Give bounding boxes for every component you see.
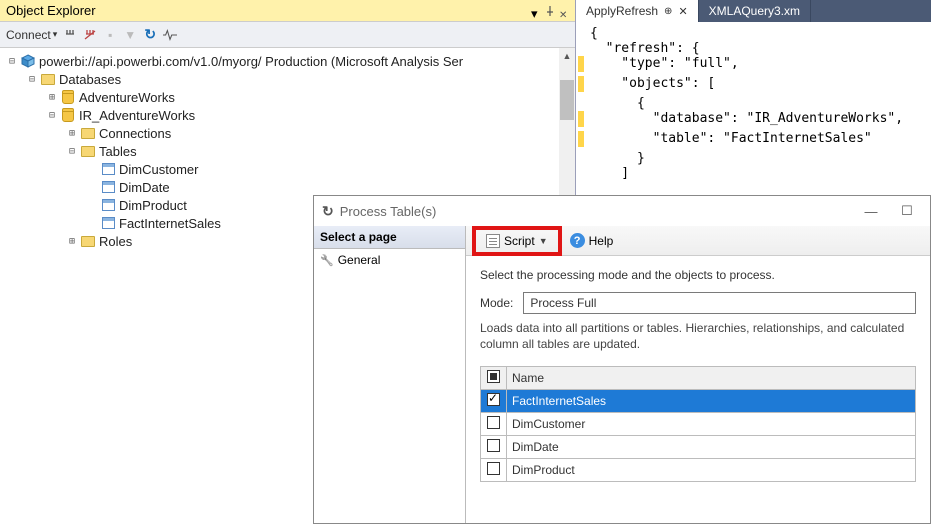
refresh-icon[interactable] — [143, 28, 157, 42]
tree-root-server[interactable]: ⊟powerbi://api.powerbi.com/v1.0/myorg/ P… — [2, 52, 573, 70]
tree-node-dimdate[interactable]: DimDate — [2, 178, 573, 196]
disconnect-icon[interactable] — [83, 28, 97, 42]
table-icon — [100, 161, 116, 177]
tab-pin-icon[interactable]: ⊕ — [664, 6, 672, 17]
editor-tabs: ApplyRefresh ⊕ ✕ XMLAQuery3.xm — [576, 0, 931, 22]
select-page-header: Select a page — [314, 226, 465, 249]
dialog-titlebar[interactable]: Process Table(s) — ☐ — [314, 196, 930, 226]
object-explorer-header: Object Explorer ▾ — [0, 0, 575, 22]
filter-icon[interactable]: ▼ — [123, 28, 137, 42]
table-icon — [100, 215, 116, 231]
folder-icon — [40, 71, 56, 87]
table-icon — [100, 197, 116, 213]
folder-icon — [80, 233, 96, 249]
wrench-icon — [320, 253, 334, 267]
object-explorer-toolbar: Connect ▾ ▪ ▼ — [0, 22, 575, 48]
dialog-main: Script ▼ ? Help Select the processing mo… — [466, 226, 930, 523]
tree-node-connections[interactable]: ⊞Connections — [2, 124, 573, 142]
connect-icon[interactable] — [63, 28, 77, 42]
mode-description: Loads data into all partitions or tables… — [480, 320, 916, 352]
code-editor-panel: ApplyRefresh ⊕ ✕ XMLAQuery3.xm { "refres… — [576, 0, 931, 195]
tree-node-dimcustomer[interactable]: DimCustomer — [2, 160, 573, 178]
objects-table: Name FactInternetSales DimCustomer — [480, 366, 916, 482]
script-icon — [486, 234, 500, 248]
select-all-checkbox[interactable] — [481, 367, 507, 390]
object-explorer-title: Object Explorer — [6, 3, 531, 18]
activity-icon[interactable] — [163, 28, 177, 42]
dialog-title: Process Table(s) — [340, 204, 850, 219]
name-column-header[interactable]: Name — [507, 367, 916, 390]
table-row[interactable]: DimCustomer — [481, 413, 916, 436]
scroll-thumb[interactable] — [560, 80, 574, 120]
row-checkbox[interactable] — [487, 416, 500, 429]
database-icon — [60, 107, 76, 123]
table-row[interactable]: DimProduct — [481, 459, 916, 482]
tab-xmlaquery[interactable]: XMLAQuery3.xm — [699, 0, 811, 22]
database-icon — [60, 89, 76, 105]
sidebar-item-general[interactable]: General — [314, 249, 465, 271]
chevron-down-icon[interactable]: ▼ — [539, 236, 548, 246]
process-icon — [322, 203, 334, 220]
instruction-text: Select the processing mode and the objec… — [480, 268, 916, 282]
pin-icon[interactable] — [545, 6, 555, 16]
server-icon — [20, 53, 36, 69]
scroll-up-icon[interactable]: ▲ — [559, 48, 575, 64]
table-row[interactable]: FactInternetSales — [481, 390, 916, 413]
close-icon[interactable] — [559, 6, 569, 16]
mode-dropdown[interactable]: Process Full — [523, 292, 916, 314]
tab-applyrefresh[interactable]: ApplyRefresh ⊕ ✕ — [576, 0, 699, 22]
script-button[interactable]: Script ▼ — [480, 232, 554, 250]
tree-node-tables[interactable]: ⊟Tables — [2, 142, 573, 160]
row-checkbox[interactable] — [487, 462, 500, 475]
tree-node-ir-adventureworks[interactable]: ⊟IR_AdventureWorks — [2, 106, 573, 124]
table-row[interactable]: DimDate — [481, 436, 916, 459]
help-icon: ? — [570, 233, 585, 248]
folder-icon — [80, 143, 96, 159]
mode-label: Mode: — [480, 296, 513, 310]
dialog-sidebar: Select a page General — [314, 226, 466, 523]
connect-button[interactable]: Connect ▾ — [6, 28, 57, 42]
row-checkbox[interactable] — [487, 393, 500, 406]
table-icon — [100, 179, 116, 195]
window-dropdown-icon[interactable]: ▾ — [531, 6, 541, 16]
tab-close-icon[interactable]: ✕ — [678, 5, 687, 18]
script-button-highlight: Script ▼ — [472, 226, 562, 256]
help-button[interactable]: ? Help — [570, 233, 614, 248]
stop-icon[interactable]: ▪ — [103, 28, 117, 42]
folder-icon — [80, 125, 96, 141]
process-table-dialog: Process Table(s) — ☐ Select a page Gener… — [313, 195, 931, 524]
tree-node-adventureworks[interactable]: ⊞AdventureWorks — [2, 88, 573, 106]
row-checkbox[interactable] — [487, 439, 500, 452]
dialog-toolbar: Script ▼ ? Help — [466, 226, 930, 256]
tree-node-databases[interactable]: ⊟Databases — [2, 70, 573, 88]
maximize-button[interactable]: ☐ — [892, 203, 922, 219]
minimize-button[interactable]: — — [856, 204, 886, 219]
code-editor[interactable]: { "refresh": { "type": "full", "objects"… — [576, 22, 931, 195]
